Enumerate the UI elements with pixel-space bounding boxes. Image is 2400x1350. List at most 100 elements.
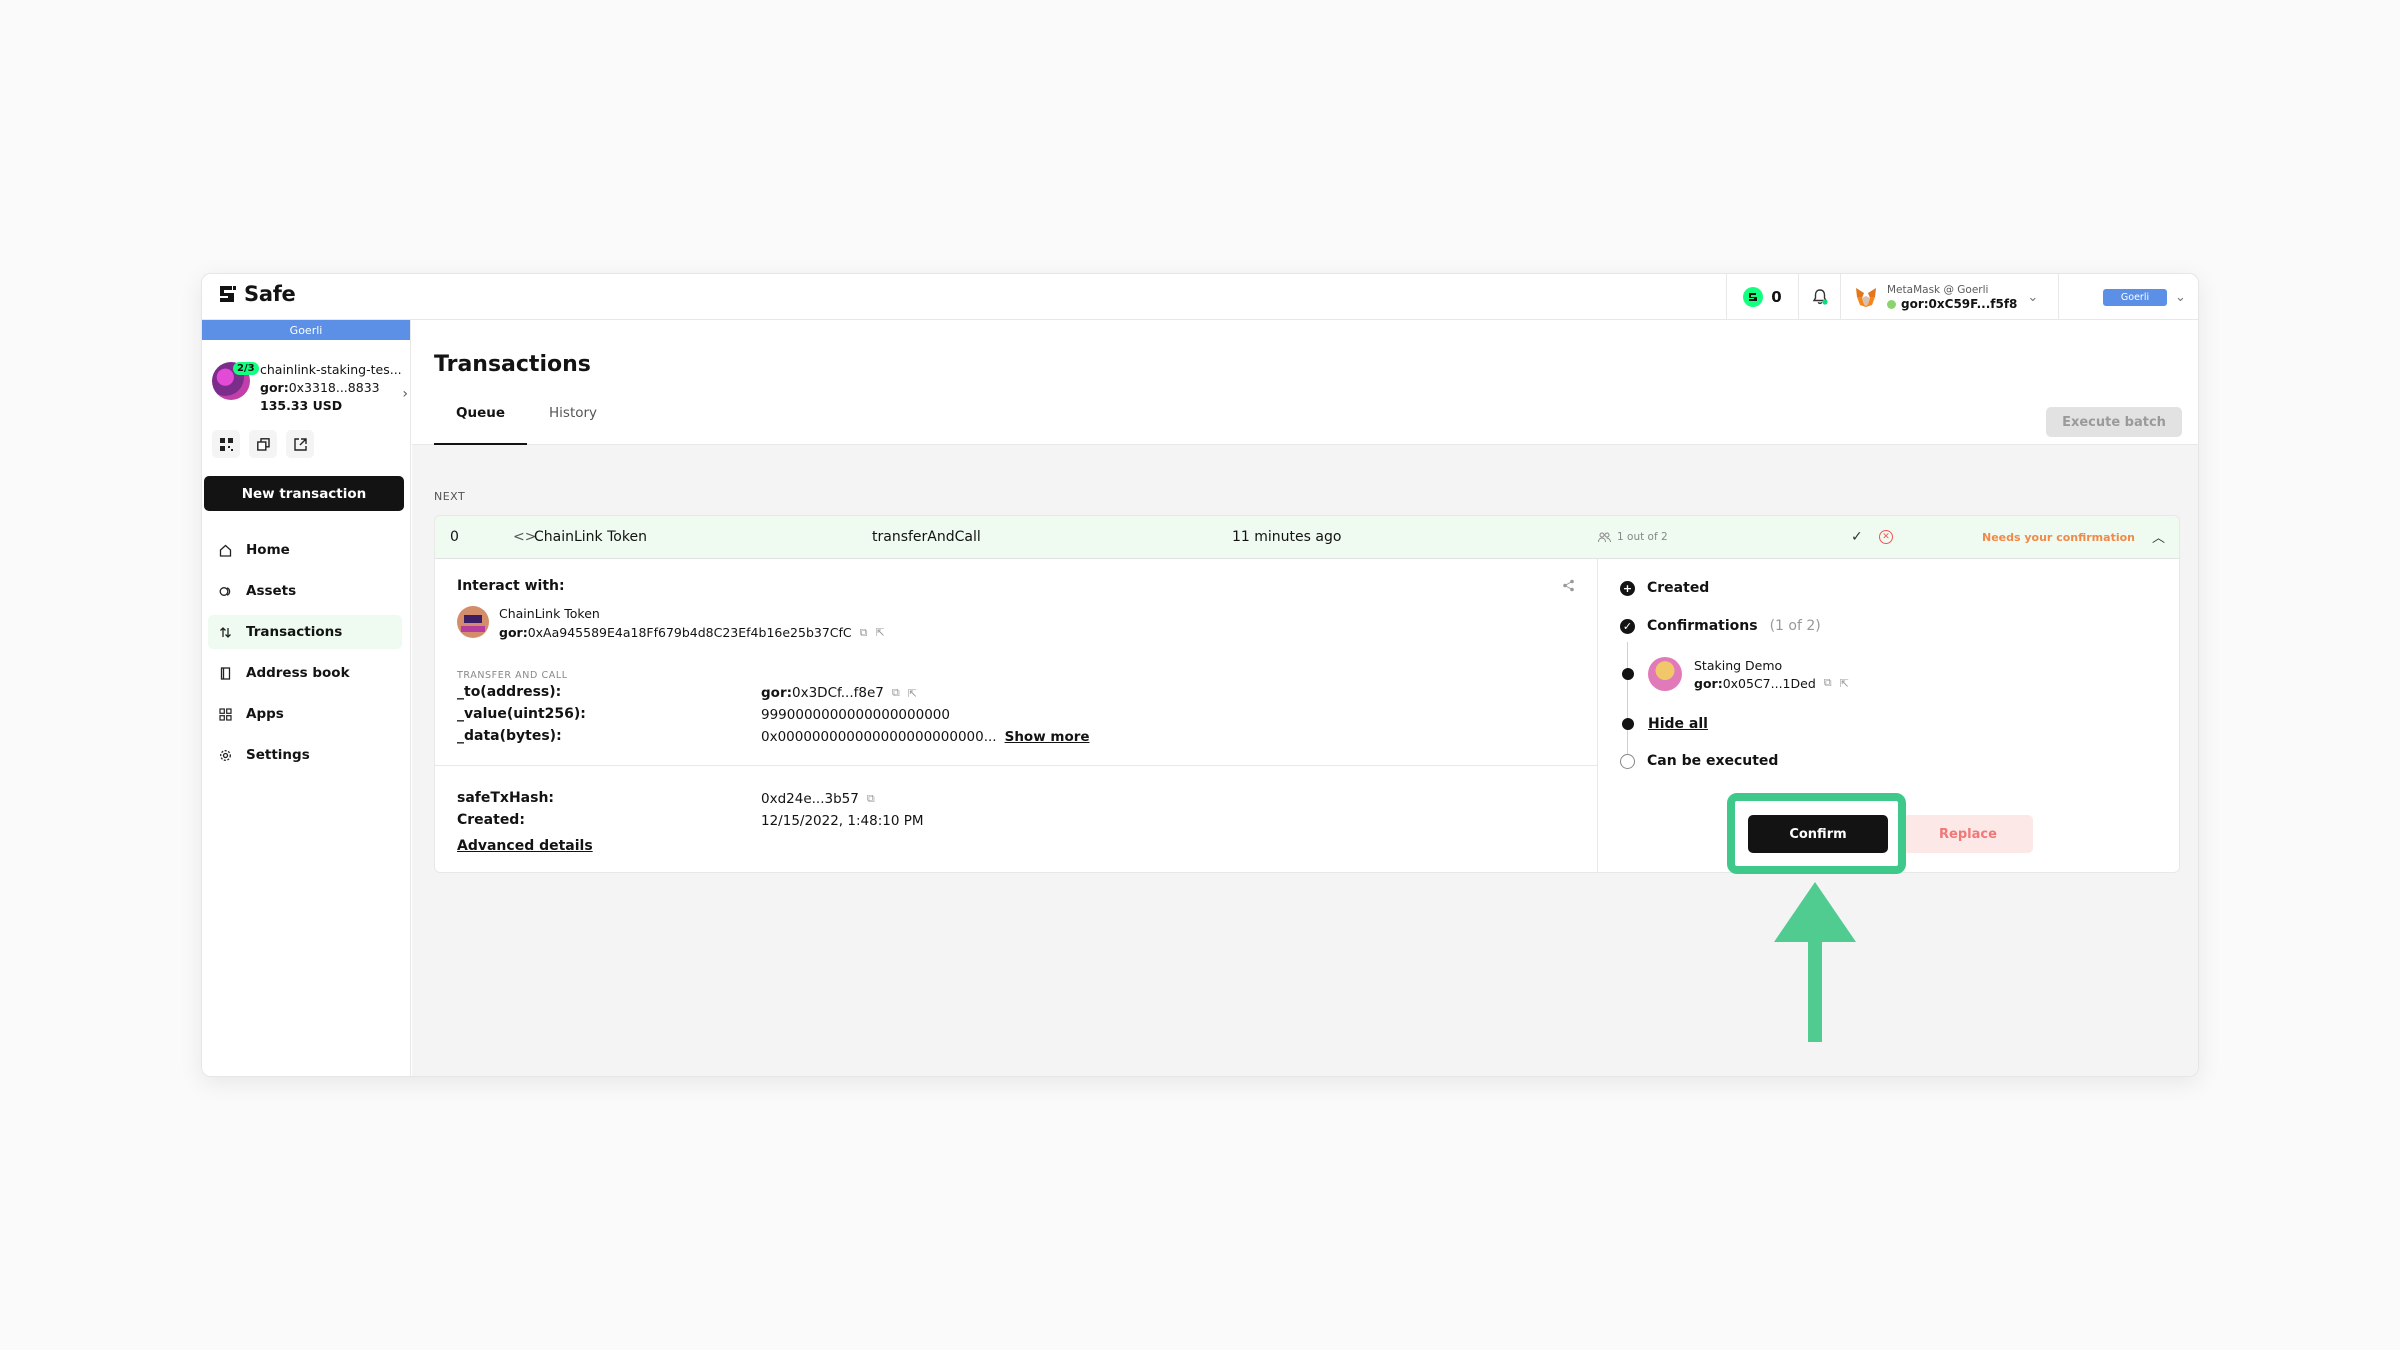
show-more-link[interactable]: Show more [1005, 729, 1090, 745]
signer-name: Staking Demo [1694, 657, 1783, 673]
transaction-summary-row[interactable]: 0 <> ChainLink Token transferAndCall 11 … [435, 516, 2179, 559]
apps-icon [218, 707, 232, 721]
safe-balance: 135.33 USD [260, 398, 343, 413]
sidebar-item-transactions[interactable]: Transactions [208, 615, 402, 649]
copy-icon[interactable]: ⧉ [860, 626, 868, 640]
param-value-text: 0x3DCf...f8e7 [792, 685, 884, 701]
arrow-up-icon [1774, 882, 1856, 1042]
confirm-button[interactable]: Confirm [1748, 815, 1888, 853]
tx-status: Needs your confirmation [1982, 531, 2135, 544]
signer-address-prefix: gor: [1694, 675, 1723, 691]
safe-tx-hash-value: 0xd24e...3b57 [761, 791, 859, 807]
contract-info: ChainLink Token gor:0xAa945589E4a18Ff679… [457, 606, 885, 640]
external-link-icon[interactable]: ⇱ [908, 687, 917, 700]
contract-address-prefix: gor: [499, 625, 528, 640]
tx-method: transferAndCall [872, 529, 981, 545]
app-name: Safe [244, 282, 296, 306]
safe-logo[interactable]: Safe [216, 282, 296, 306]
wallet-connection[interactable]: MetaMask @ Goerli gor:0xC59F...f5f8 ⌄ [1840, 274, 2058, 320]
open-explorer-button[interactable] [286, 430, 314, 458]
section-label-next: NEXT [434, 490, 466, 503]
divider [435, 765, 1597, 766]
signers-panel: + Created ✓ Confirmations (1 of 2) Staki… [1598, 559, 2179, 872]
bullet-icon [1622, 668, 1634, 680]
metamask-fox-icon [1856, 288, 1876, 307]
wallet-label: MetaMask @ Goerli [1887, 284, 1989, 296]
sidebar-item-address-book[interactable]: Address book [208, 656, 402, 690]
step-can-execute: Can be executed [1620, 753, 1778, 769]
new-transaction-button[interactable]: New transaction [204, 476, 404, 511]
network-banner: Goerli [202, 320, 410, 340]
safe-token-count: 0 [1771, 288, 1782, 306]
safe-tx-hash: 0xd24e...3b57 ⧉ [761, 791, 875, 807]
qr-code-icon [219, 437, 233, 451]
safe-address-prefix: gor: [260, 380, 289, 395]
tx-confirmations: 1 out of 2 [1598, 531, 1668, 543]
main-content: Transactions Queue History Execute batch… [412, 320, 2198, 1076]
external-link-icon[interactable]: ⇱ [876, 626, 885, 639]
param-address-prefix: gor: [761, 685, 792, 701]
check-circle-icon: ✓ [1620, 618, 1635, 634]
confirmations-count: (1 of 2) [1769, 618, 1821, 634]
chevron-down-icon: ⌄ [2027, 289, 2039, 305]
copy-address-button[interactable] [249, 430, 277, 458]
external-link-icon [293, 437, 307, 451]
notifications-button[interactable] [1798, 274, 1840, 320]
copy-icon[interactable]: ⧉ [867, 792, 875, 806]
param-value: 9990000000000000000000 [761, 707, 950, 723]
address-book-icon [218, 666, 232, 680]
copy-icon[interactable]: ⧉ [892, 686, 900, 700]
safe-token-icon [1743, 287, 1764, 307]
tx-token: ChainLink Token [534, 529, 647, 545]
bell-icon [1812, 289, 1828, 305]
sidebar-item-home[interactable]: Home [208, 533, 402, 567]
sidebar-item-label: Apps [246, 706, 284, 722]
safe-info[interactable]: 2/3 chainlink-staking-tes... gor:0x3318.… [202, 340, 410, 418]
page-header: Transactions Queue History Execute batch [412, 320, 2198, 445]
contract-avatar [457, 606, 489, 638]
network-selector[interactable]: Goerli ⌄ [2058, 274, 2198, 320]
param-name: _to(address): [457, 684, 562, 700]
safe-name: chainlink-staking-tes... [260, 362, 402, 377]
step-hide-all: Hide all [1620, 716, 1708, 732]
sidebar-item-label: Assets [246, 583, 297, 599]
step-label: Confirmations [1647, 618, 1758, 634]
param-name: _value(uint256): [457, 706, 586, 722]
share-icon[interactable] [1562, 579, 1575, 596]
tab-history[interactable]: History [527, 405, 619, 445]
sidebar-item-apps[interactable]: Apps [208, 697, 402, 731]
tab-queue[interactable]: Queue [434, 405, 528, 445]
chevron-up-icon[interactable]: ︿ [2152, 527, 2165, 546]
sidebar-item-label: Home [246, 542, 290, 558]
plus-icon: + [1620, 580, 1635, 596]
qr-code-button[interactable] [212, 430, 240, 458]
empty-circle-icon [1620, 753, 1635, 769]
transactions-icon [218, 625, 232, 639]
created-value: 12/15/2022, 1:48:10 PM [761, 813, 924, 829]
wallet-avatar [1887, 299, 1896, 309]
safe-logo-icon [220, 286, 236, 302]
step-label: Can be executed [1647, 753, 1779, 769]
external-link-icon[interactable]: ⇱ [1840, 677, 1849, 690]
hide-all-link[interactable]: Hide all [1648, 716, 1708, 732]
copy-icon[interactable]: ⧉ [1824, 676, 1832, 690]
execute-batch-button[interactable]: Execute batch [2046, 407, 2182, 437]
threshold-badge: 2/3 [233, 362, 259, 375]
contract-name: ChainLink Token [499, 606, 600, 621]
created-label: Created: [457, 812, 525, 828]
home-icon [218, 543, 232, 557]
settings-icon [218, 748, 232, 762]
safe-token-widget[interactable]: 0 [1726, 274, 1798, 320]
advanced-details-link[interactable]: Advanced details [457, 838, 593, 854]
chevron-right-icon[interactable]: › [402, 386, 408, 402]
chevron-down-icon: ⌄ [2175, 289, 2186, 305]
replace-button[interactable]: Replace [1903, 815, 2033, 853]
sidebar-item-settings[interactable]: Settings [208, 738, 402, 772]
param-value-text: 0x000000000000000000000000... [761, 729, 997, 745]
signer-address-value: 0x05C7...1Ded [1722, 675, 1816, 691]
sidebar-item-assets[interactable]: Assets [208, 574, 402, 608]
page-title: Transactions [434, 352, 591, 377]
step-confirmations: ✓ Confirmations (1 of 2) [1620, 618, 1821, 634]
sidebar-item-label: Settings [246, 747, 310, 763]
signer-avatar [1648, 657, 1682, 691]
